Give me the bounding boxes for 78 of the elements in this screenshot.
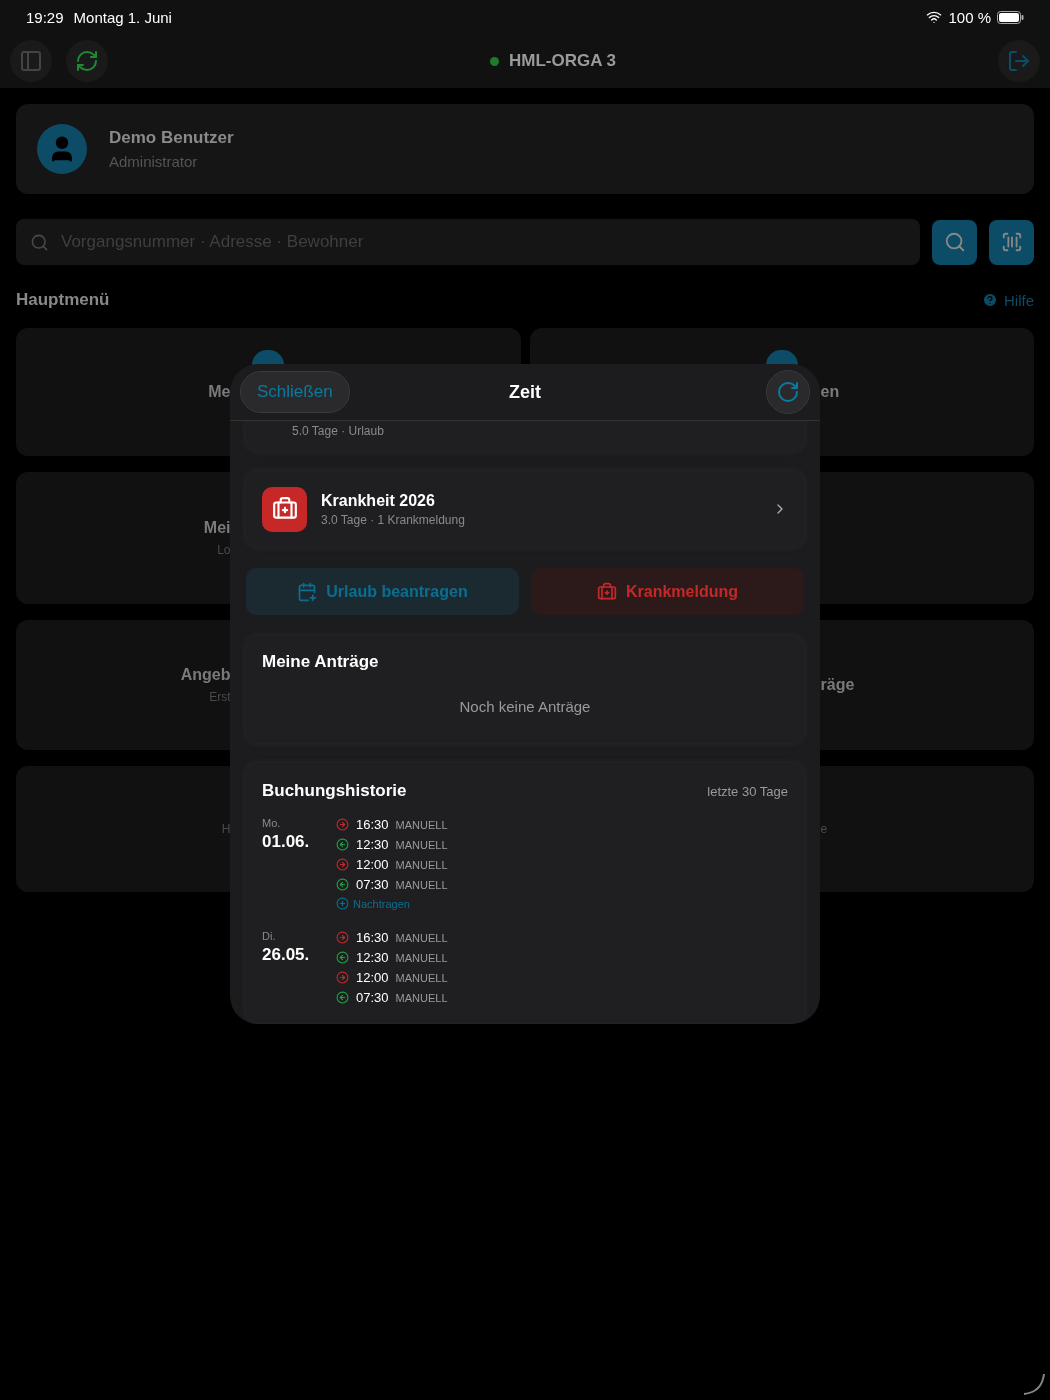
weekday-label: Di. (262, 930, 277, 942)
date-label: 01.06. (262, 832, 311, 852)
logout-icon (1007, 49, 1031, 73)
card-subtitle: 5.0 Tage · Urlaub (292, 424, 384, 438)
booking-time: 07:30 (356, 990, 389, 1005)
medical-kit-icon (262, 486, 307, 532)
booking-source: MANUELL (395, 931, 448, 944)
help-icon (982, 292, 998, 308)
status-time: 19:29 (26, 8, 64, 26)
booking-time: 16:30 (356, 930, 389, 945)
close-button[interactable]: Schließen (240, 371, 350, 413)
arrow-right-circle-icon (336, 858, 349, 871)
card-heading: Meine Anträge (262, 652, 380, 672)
booking-time: 12:00 (356, 970, 389, 985)
arrow-left-circle-icon (336, 838, 349, 851)
empty-message: Noch keine Anträge (458, 698, 592, 715)
menu-heading: Hauptmenü (16, 290, 110, 310)
tile-label: Angeb (180, 666, 231, 684)
barcode-scan-icon (1000, 231, 1023, 253)
vacation-request-button[interactable]: Urlaub beantragen (246, 568, 519, 615)
calendar-add-icon (297, 581, 318, 602)
tile-label: räge (820, 676, 855, 694)
scan-button[interactable] (989, 219, 1034, 265)
booking-time: 07:30 (356, 877, 389, 892)
user-name: Demo Benutzer (109, 128, 234, 148)
sync-icon (75, 49, 99, 73)
date-label: 26.05. (262, 945, 311, 965)
wifi-icon (926, 9, 943, 25)
tile-label: Mei (203, 519, 231, 537)
card-title: Krankheit 2026 (321, 491, 436, 510)
arrow-left-circle-icon (336, 878, 349, 891)
add-booking-link[interactable]: Nachtragen (336, 897, 448, 910)
tile-label: Me (208, 383, 231, 401)
arrow-right-circle-icon (336, 818, 349, 831)
avatar-icon (37, 124, 87, 174)
tile-label: en (820, 383, 840, 401)
arrow-right-circle-icon (336, 931, 349, 944)
arrow-right-circle-icon (336, 971, 349, 984)
booking-source: MANUELL (395, 878, 448, 891)
server-title: HML-ORGA 3 (509, 51, 616, 71)
arrow-left-circle-icon (336, 991, 349, 1004)
sidebar-icon (19, 49, 43, 73)
booking-source: MANUELL (395, 858, 448, 871)
battery-icon (997, 10, 1024, 24)
weekday-label: Mo. (262, 817, 282, 829)
booking-time: 16:30 (356, 817, 389, 832)
sick-summary-card[interactable]: Krankheit 2026 3.0 Tage · 1 Krankmeldung (246, 471, 804, 547)
tile-sublabel: Lo (217, 543, 231, 557)
corner-arc-icon (1022, 1372, 1046, 1396)
refresh-button[interactable] (766, 370, 810, 414)
booking-time: 12:00 (356, 857, 389, 872)
battery-percent: 100 % (948, 8, 991, 26)
refresh-icon (776, 380, 800, 404)
booking-source: MANUELL (395, 838, 448, 851)
vacation-card[interactable]: 5.0 Tage · Urlaub (246, 421, 804, 451)
sick-report-button[interactable]: Krankmeldung (531, 568, 804, 615)
card-subtitle: 3.0 Tage · 1 Krankmeldung (321, 512, 466, 527)
search-icon (30, 232, 49, 252)
booking-time: 12:30 (356, 837, 389, 852)
user-role: Administrator (109, 153, 199, 170)
search-button[interactable] (932, 219, 977, 265)
card-heading: Buchungshistorie (262, 781, 407, 801)
booking-source: MANUELL (395, 818, 448, 831)
tile-sublabel: e (820, 822, 828, 836)
sync-button[interactable] (66, 40, 108, 82)
range-label: letzte 30 Tage (707, 783, 788, 799)
booking-source: MANUELL (395, 971, 448, 984)
tile-sublabel: Erst (209, 690, 231, 704)
booking-time: 12:30 (356, 950, 389, 965)
status-date: Montag 1. Juni (73, 8, 172, 26)
booking-source: MANUELL (395, 991, 448, 1004)
tile-sublabel: H (221, 822, 231, 836)
plus-circle-icon (336, 897, 349, 910)
help-link[interactable]: Hilfe (982, 291, 1034, 309)
medical-kit-icon (597, 581, 617, 602)
arrow-left-circle-icon (336, 951, 349, 964)
booking-source: MANUELL (395, 951, 448, 964)
search-icon (943, 231, 966, 253)
